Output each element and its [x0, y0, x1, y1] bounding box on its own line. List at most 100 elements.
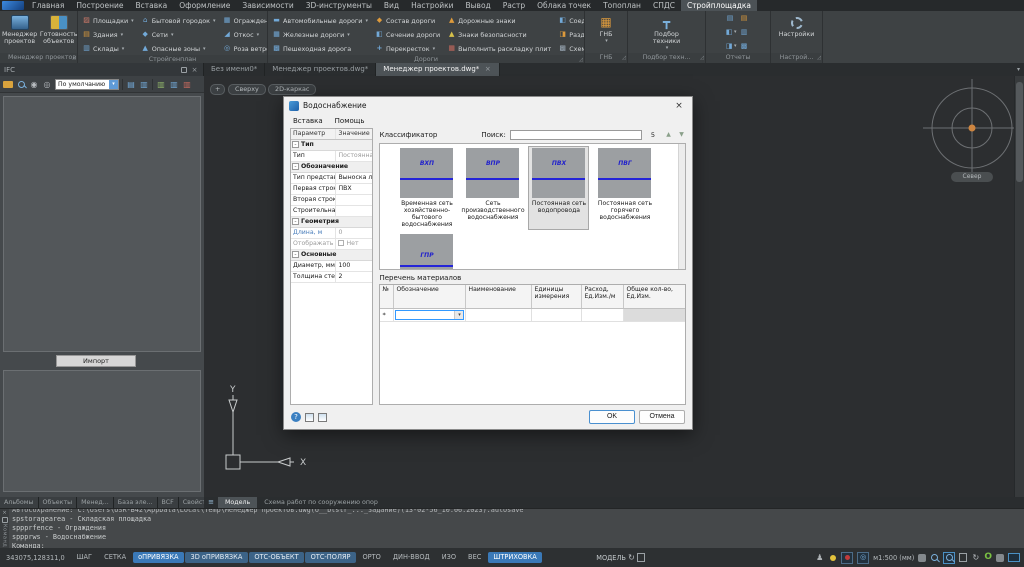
dropdown-arrow-icon[interactable] [454, 311, 463, 319]
road-signs-button[interactable]: Дорожные знаки [445, 14, 553, 27]
tab-model[interactable]: Модель [218, 497, 257, 508]
close-icon[interactable] [2, 510, 7, 516]
pin-icon[interactable] [2, 517, 8, 523]
cards-scrollbar[interactable] [678, 144, 685, 269]
collapse-tree-icon[interactable] [139, 79, 149, 89]
north-label[interactable]: Север [951, 172, 993, 182]
param-group-geometry[interactable]: Геометрия [291, 217, 372, 228]
project-manager-button[interactable]: Менеджер проектов [2, 13, 37, 46]
warehouses-button[interactable]: Склады [80, 42, 136, 55]
ribbon-tab-vyvod[interactable]: Вывод [459, 0, 496, 11]
panel-tab-manager[interactable]: Менед... [77, 497, 114, 508]
preview-icon[interactable] [959, 553, 967, 562]
zoom-window-icon[interactable] [943, 552, 955, 564]
crossroad-button[interactable]: Перекресток [373, 42, 442, 55]
cell-name[interactable] [466, 309, 532, 321]
toggle-snap-step[interactable]: ШАГ [71, 552, 98, 564]
dialog-launcher-icon[interactable] [700, 53, 704, 63]
report-import-button[interactable] [726, 41, 737, 52]
import-button[interactable]: Импорт [56, 355, 136, 367]
hide-all-icon[interactable] [42, 79, 52, 89]
ribbon-tab-3d[interactable]: 3D-инструменты [300, 0, 378, 11]
classifier-card-gpr[interactable]: ГПР [397, 233, 456, 270]
scrollbar-thumb[interactable] [1016, 82, 1023, 182]
ribbon-tab-spds[interactable]: СПДС [647, 0, 681, 11]
ribbon-tab-zavisimosti[interactable]: Зависимости [236, 0, 299, 11]
toggle-ortho[interactable]: ОРТО [357, 552, 386, 564]
panel-tab-bcf[interactable]: BCF [158, 497, 179, 508]
show-all-icon[interactable] [29, 79, 39, 89]
record-icon[interactable] [841, 552, 853, 564]
pan-icon[interactable] [918, 554, 926, 562]
export-ifc-icon[interactable] [169, 79, 179, 89]
param-row-show-dims[interactable]: Отображать размерыНет [291, 239, 372, 250]
join-roads-button[interactable]: Соединить дороги [556, 14, 585, 27]
report-table-button[interactable] [740, 13, 751, 24]
scale-label[interactable]: м1:500 (мм) [873, 554, 914, 562]
report-spec-button[interactable] [740, 27, 751, 38]
param-group-type[interactable]: Тип [291, 140, 372, 151]
fences-button[interactable]: Ограждения [221, 14, 268, 27]
open-folder-icon[interactable] [3, 79, 13, 89]
ok-button[interactable]: OK [589, 410, 635, 424]
buildings-button[interactable]: Здания [80, 28, 136, 41]
toggle-osnap[interactable]: оПРИВЯЗКА [133, 552, 184, 564]
monitor-icon[interactable] [1008, 553, 1020, 562]
ifc-tree-area[interactable] [3, 96, 201, 352]
navigation-compass[interactable] [922, 78, 1022, 178]
menu-help[interactable]: Помощь [330, 117, 370, 125]
safety-signs-button[interactable]: Знаки безопасности [445, 28, 553, 41]
toggle-otrack-object[interactable]: ОТС-ОБЪЕКТ [249, 552, 304, 564]
dialog-mode-icon[interactable] [318, 413, 327, 422]
search-input[interactable] [510, 130, 642, 140]
search-icon[interactable] [16, 79, 26, 89]
toggle-grid[interactable]: СЕТКА [99, 552, 132, 564]
ribbon-tab-glavnaya[interactable]: Главная [26, 0, 70, 11]
prev-result-icon[interactable] [664, 131, 673, 138]
tablet-icon[interactable] [637, 553, 645, 562]
param-group-main[interactable]: Основные [291, 250, 372, 261]
ribbon-tab-rastr[interactable]: Растр [497, 0, 531, 11]
param-row-type[interactable]: ТипПостоянная... [291, 151, 372, 162]
dropdown-arrow-icon[interactable] [109, 80, 118, 89]
panel-tab-element-base[interactable]: База эле... [114, 497, 158, 508]
road-section-button[interactable]: Сечение дороги [373, 28, 442, 41]
view-control-button[interactable]: Сверху [228, 84, 266, 95]
slope-button[interactable]: Откос [221, 28, 268, 41]
areas-button[interactable]: Площадки [80, 14, 136, 27]
ribbon-tab-postroenie[interactable]: Построение [70, 0, 129, 11]
help-icon[interactable]: ? [291, 412, 301, 422]
ifc-detail-area[interactable] [3, 370, 201, 492]
param-row-wall-thickness[interactable]: Толщина стенки, мм2 [291, 272, 372, 283]
toggle-lineweight[interactable]: ВЕС [463, 552, 487, 564]
dialog-launcher-icon[interactable] [579, 55, 583, 63]
toggle-3d-osnap[interactable]: 3D оПРИВЯЗКА [185, 552, 248, 564]
panel-tab-objects[interactable]: Объекты [39, 497, 78, 508]
param-group-designation[interactable]: Обозначение [291, 162, 372, 173]
collapse-icon[interactable] [292, 251, 299, 258]
cell-units[interactable] [532, 309, 582, 321]
close-icon[interactable] [671, 101, 687, 111]
classifier-card-vhp[interactable]: ВХП Временная сеть хозяйственно-бытового… [397, 147, 456, 229]
rail-roads-button[interactable]: Железные дороги [270, 28, 370, 41]
close-icon[interactable] [190, 66, 199, 74]
toggle-otrack-polar[interactable]: ОТС-ПОЛЯР [305, 552, 356, 564]
command-history[interactable]: Автосохранение: C:\Users\USR-B42\AppData… [9, 509, 1024, 548]
zoom-icon[interactable] [930, 553, 939, 562]
save-defaults-icon[interactable] [305, 413, 314, 422]
import-ifc-icon[interactable] [156, 79, 166, 89]
param-row-representation[interactable]: Тип представленияВыноска ли... [291, 173, 372, 184]
materials-new-row[interactable]: * [380, 309, 685, 322]
settings-button[interactable]: Настройки [778, 13, 815, 39]
param-row-length[interactable]: Длина, м0 [291, 228, 372, 239]
report-list-button[interactable] [726, 13, 737, 24]
classifier-card-pvg[interactable]: ПВГ Постоянная сеть горячего водоснабжен… [595, 147, 654, 229]
ribbon-tab-oblaka[interactable]: Облака точек [531, 0, 597, 11]
dialog-launcher-icon[interactable] [72, 53, 76, 63]
nanocad-ring-icon[interactable]: O [984, 553, 992, 562]
tab-sheet-1[interactable]: Схема работ по сооружению опор [257, 497, 385, 508]
visual-style-button[interactable]: 2D-каркас [268, 84, 316, 95]
panel-tab-albums[interactable]: Альбомы [0, 497, 39, 508]
object-readiness-button[interactable]: Готовность объектов [40, 13, 77, 46]
danger-zones-button[interactable]: Опасные зоны [139, 42, 218, 55]
